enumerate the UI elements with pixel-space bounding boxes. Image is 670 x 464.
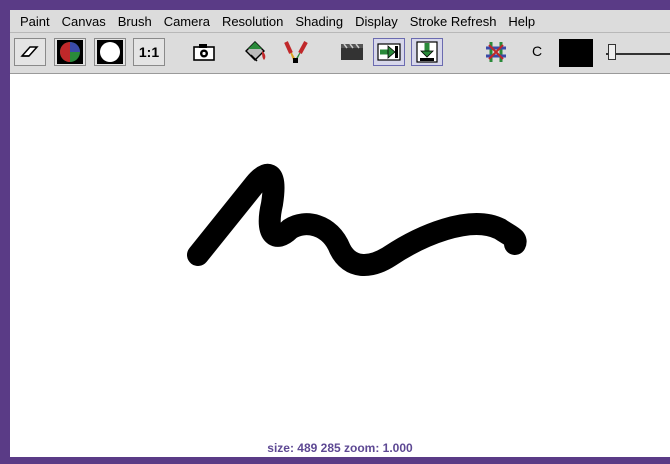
status-text: size: 489 285 zoom: 1.000 [267, 441, 413, 455]
one-to-one-label: 1:1 [138, 44, 160, 60]
wrap-icon [486, 42, 506, 62]
menu-bar: Paint Canvas Brush Camera Resolution Sha… [10, 10, 670, 33]
toolbar: 1:1 C [10, 33, 670, 74]
camera-icon [193, 44, 215, 61]
paint-canvas[interactable]: size: 489 285 zoom: 1.000 [10, 74, 670, 457]
snapshot-button[interactable] [188, 38, 220, 66]
slider-handle[interactable] [608, 44, 616, 60]
white-circle-button[interactable] [94, 38, 126, 66]
menu-resolution[interactable]: Resolution [216, 14, 289, 29]
clapper-button[interactable] [336, 38, 368, 66]
clapper-icon [341, 43, 363, 60]
brushes-button[interactable] [280, 38, 312, 66]
brush-stroke [187, 164, 527, 276]
channel-label: C [532, 43, 543, 59]
eraser-icon [20, 46, 39, 57]
menu-shading[interactable]: Shading [289, 14, 349, 29]
color-sphere-icon [57, 40, 83, 64]
arrow-down-icon [416, 41, 438, 63]
white-circle-icon [97, 40, 123, 64]
menu-camera[interactable]: Camera [158, 14, 216, 29]
brush-icon [284, 41, 308, 63]
menu-stroke-refresh[interactable]: Stroke Refresh [404, 14, 503, 29]
menu-display[interactable]: Display [349, 14, 404, 29]
fill-button[interactable] [240, 38, 272, 66]
menu-canvas[interactable]: Canvas [56, 14, 112, 29]
eraser-button[interactable] [14, 38, 46, 66]
wrap-button[interactable] [480, 38, 512, 66]
load-right-button[interactable] [373, 38, 405, 66]
arrow-right-icon [377, 43, 401, 61]
paint-bucket-icon [245, 41, 266, 62]
menu-brush[interactable]: Brush [112, 14, 158, 29]
menu-paint[interactable]: Paint [10, 14, 56, 29]
color-swatch[interactable] [559, 39, 593, 67]
menu-help[interactable]: Help [502, 14, 541, 29]
load-down-button[interactable] [411, 38, 443, 66]
one-to-one-button[interactable]: 1:1 [133, 38, 165, 66]
color-sphere-button[interactable] [54, 38, 86, 66]
